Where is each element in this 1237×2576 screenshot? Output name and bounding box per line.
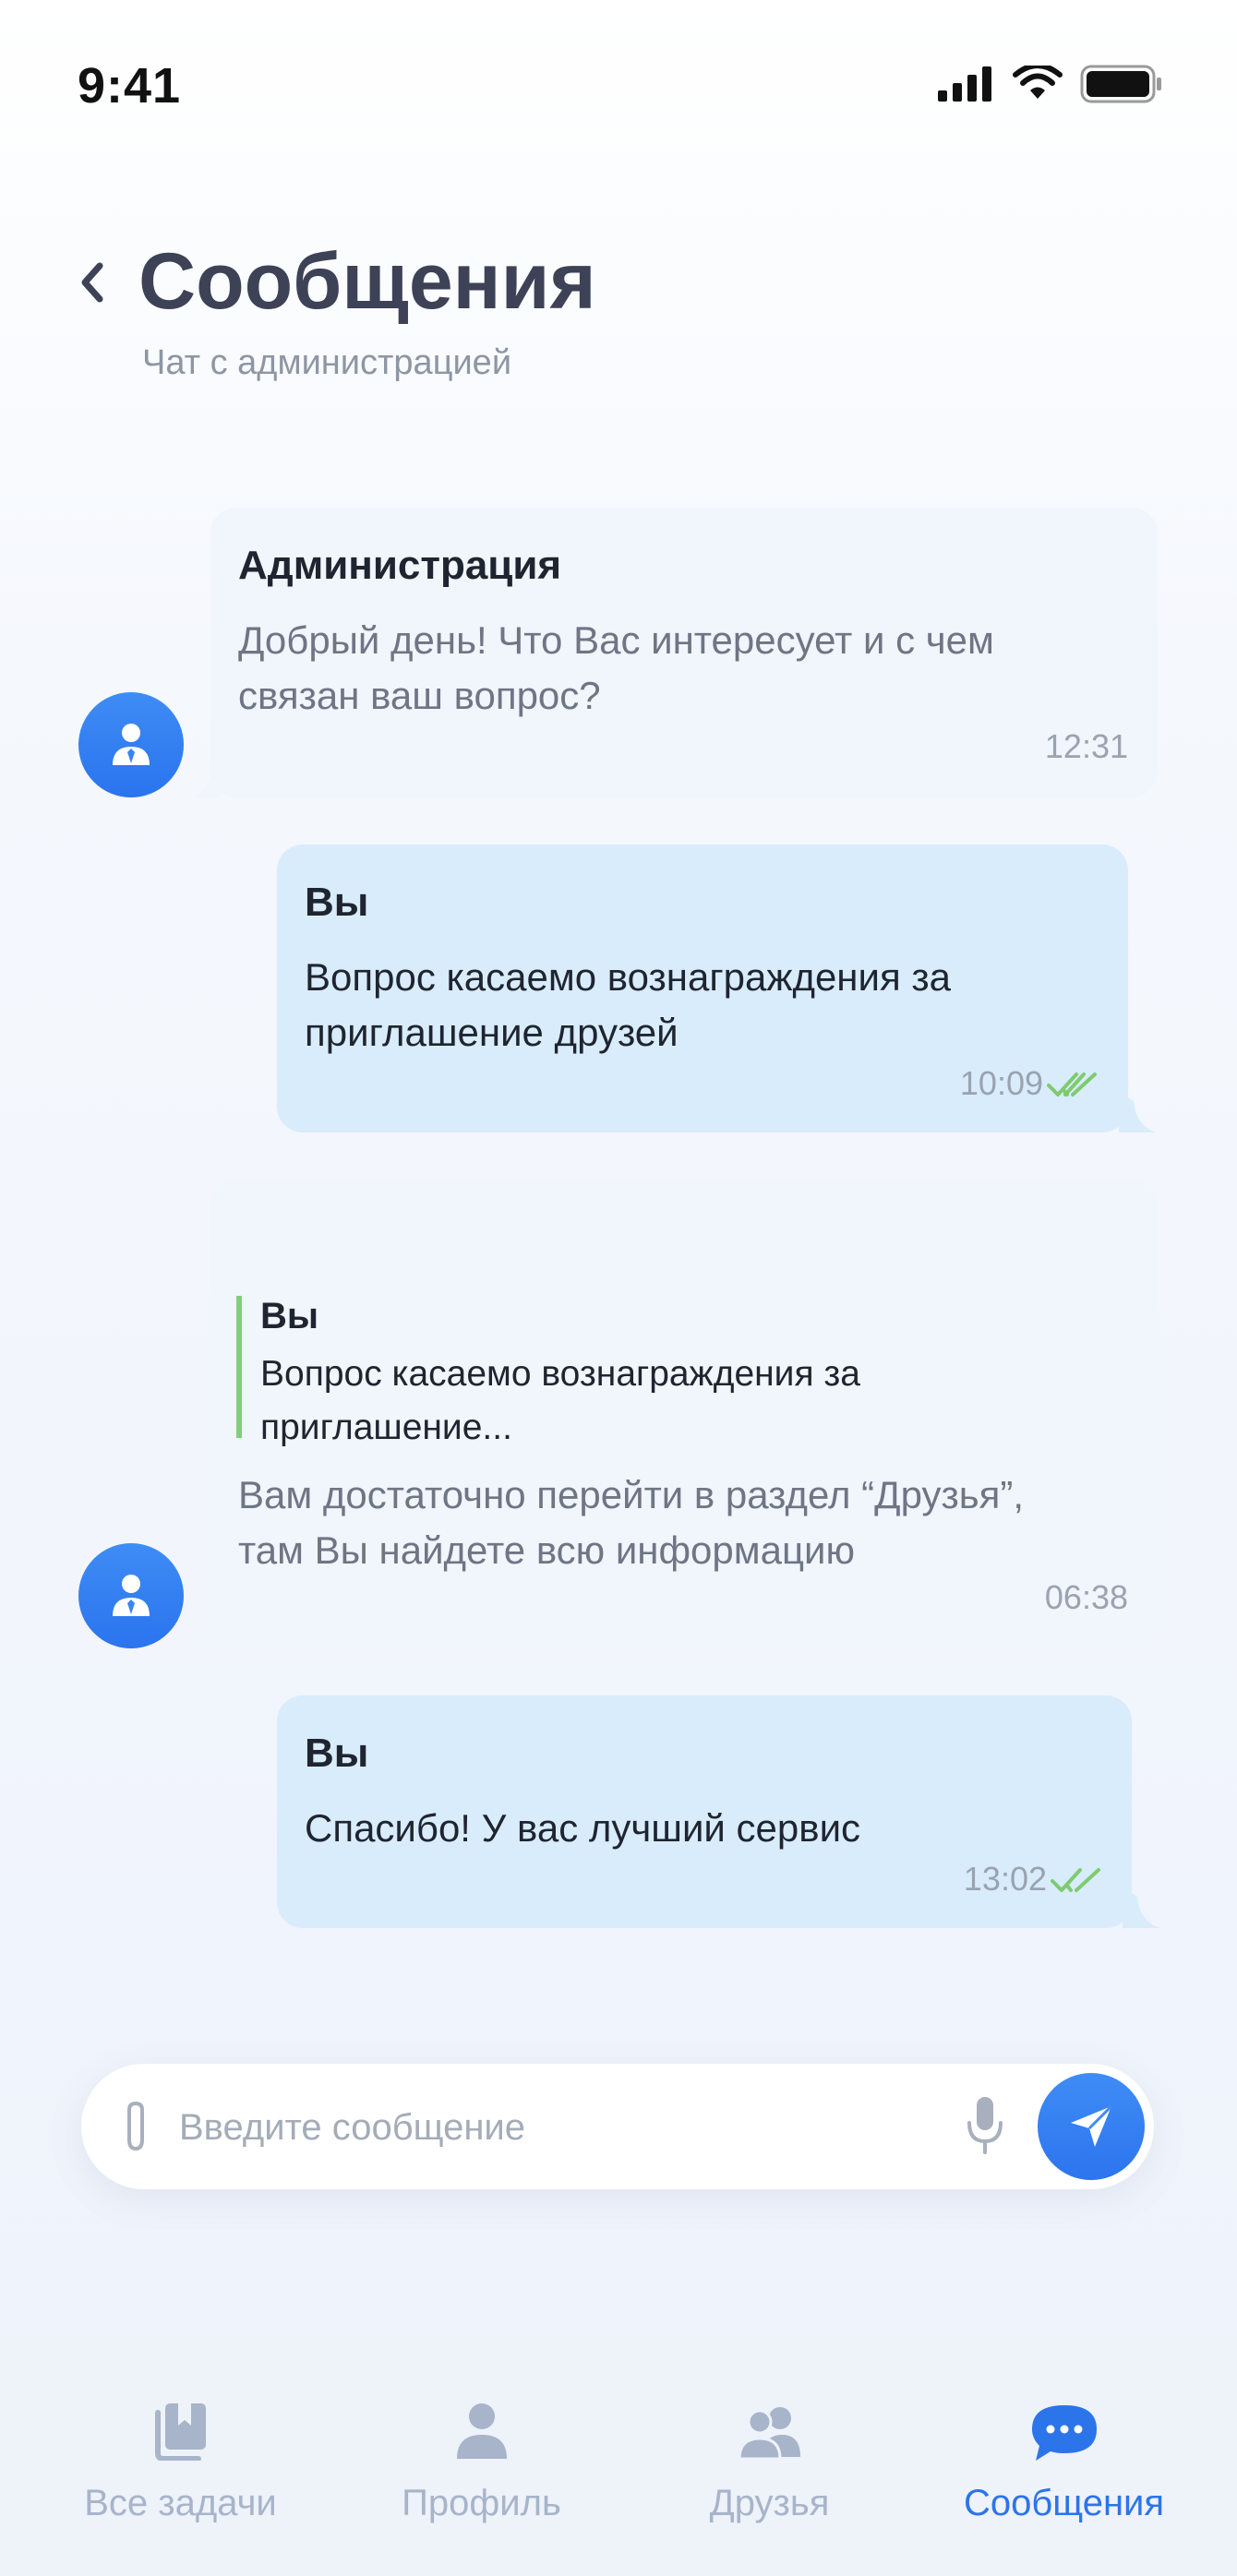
tab-all-tasks[interactable]: Все задачи [26, 2335, 335, 2576]
bookmarks-icon [154, 2403, 206, 2461]
read-checkmarks-icon [1047, 1072, 1097, 1096]
admin-user-icon [113, 724, 150, 765]
back-button[interactable] [74, 255, 111, 310]
bubble-tail [1119, 1092, 1156, 1132]
message-time: 06:38 [1044, 1578, 1128, 1616]
page-title: Сообщения [138, 237, 596, 326]
message-text: Вам достаточно перейти в раздел “Друзья”… [238, 1473, 1024, 1572]
message-time: 13:02 [963, 1860, 1047, 1898]
tab-bar: Все задачи Профиль Друзья Сообщения [0, 2335, 1237, 2576]
admin-avatar [78, 1543, 184, 1648]
message-sender: Вы [305, 1731, 369, 1776]
message-text: Добрый день! Что Вас интересует и с чем … [238, 618, 994, 717]
people-icon [737, 2407, 800, 2461]
person-icon [456, 2403, 507, 2459]
status-icons [921, 65, 1163, 103]
tab-profile[interactable]: Профиль [327, 2335, 636, 2576]
message-time: 10:09 [959, 1064, 1043, 1102]
wifi-icon [1013, 66, 1063, 99]
admin-avatar [78, 692, 184, 797]
admin-user-icon [113, 1575, 150, 1616]
paperclip-icon [127, 2101, 144, 2151]
tab-messages[interactable]: Сообщения [909, 2335, 1219, 2576]
message-sender: Вы [305, 880, 369, 925]
read-checkmarks-icon [1051, 1868, 1100, 1892]
message-text: Вопрос касаемо вознаграждения за приглаш… [305, 955, 951, 1054]
chevron-left-icon [81, 262, 103, 303]
tab-label: Все задачи [84, 2483, 277, 2523]
microphone-icon [967, 2097, 1003, 2154]
tab-friends[interactable]: Друзья [615, 2335, 924, 2576]
voice-message-button[interactable] [964, 2093, 1006, 2163]
message-bubble-mine: Вы Вопрос касаемо вознаграждения за приг… [277, 845, 1128, 1132]
message-composer [81, 2064, 1154, 2189]
tab-label: Друзья [709, 2483, 830, 2523]
attach-button[interactable] [120, 2099, 151, 2159]
battery-icon [1080, 65, 1161, 103]
message-bubble-admin: Администрация Добрый день! Что Вас интер… [210, 508, 1158, 797]
status-time: 9:41 [78, 58, 182, 114]
tab-label: Сообщения [963, 2483, 1165, 2523]
message-text: Спасибо! У вас лучший сервис [305, 1806, 861, 1850]
bubble-tail [1123, 1887, 1159, 1928]
tab-label: Профиль [402, 2483, 561, 2523]
send-paper-plane-icon [1071, 2104, 1113, 2147]
message-bubble-mine: Вы Спасибо! У вас лучший сервис 13:02 [277, 1695, 1132, 1928]
quoted-message[interactable]: Вы Вопрос касаемо вознаграждения за приг… [236, 1296, 1073, 1447]
message-sender: Администрация [238, 543, 562, 588]
header: Сообщения Чат с администрацией [0, 231, 1237, 406]
message-input[interactable] [177, 2091, 1012, 2163]
send-button[interactable] [1038, 2073, 1145, 2180]
quoted-text: Вопрос касаемо вознаграждения за приглаш… [260, 1354, 860, 1447]
quoted-sender: Вы [260, 1296, 319, 1336]
page-subtitle: Чат с администрацией [142, 343, 512, 382]
chat-bubble-icon [1031, 2405, 1097, 2461]
message-bubble-admin: Вы Вопрос касаемо вознаграждения за приг… [210, 1180, 1158, 1648]
status-bar: 9:41 [0, 0, 1237, 175]
cellular-signal-icon [938, 66, 991, 102]
message-time: 12:31 [1044, 727, 1128, 765]
